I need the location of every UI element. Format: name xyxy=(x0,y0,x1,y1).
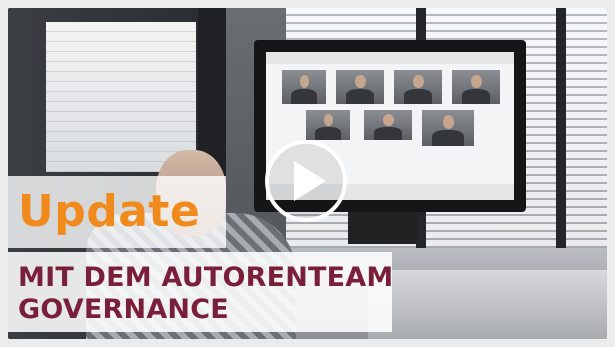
video-thumbnail-frame: Update MIT DEM AUTORENTEAM GOVERNANCE xyxy=(0,0,615,347)
participant-tile xyxy=(422,110,474,146)
play-button[interactable] xyxy=(265,140,347,222)
play-icon xyxy=(294,161,326,201)
subtitle-line-2: GOVERNANCE xyxy=(18,294,229,325)
participant-tile xyxy=(364,110,412,140)
video-title: Update xyxy=(18,186,201,237)
subtitle-overlay: MIT DEM AUTORENTEAM GOVERNANCE xyxy=(8,252,394,332)
office-window-left xyxy=(46,22,196,172)
participant-tile xyxy=(282,70,326,104)
participant-tile xyxy=(394,70,442,104)
participant-tile xyxy=(452,70,500,104)
participant-tile xyxy=(306,110,350,140)
title-overlay: Update xyxy=(8,176,226,248)
office-desk xyxy=(368,270,607,339)
video-player[interactable]: Update MIT DEM AUTORENTEAM GOVERNANCE xyxy=(8,8,607,339)
participant-tile xyxy=(336,70,384,104)
subtitle-line-1: MIT DEM AUTORENTEAM xyxy=(18,262,394,293)
monitor-stand xyxy=(348,212,418,244)
